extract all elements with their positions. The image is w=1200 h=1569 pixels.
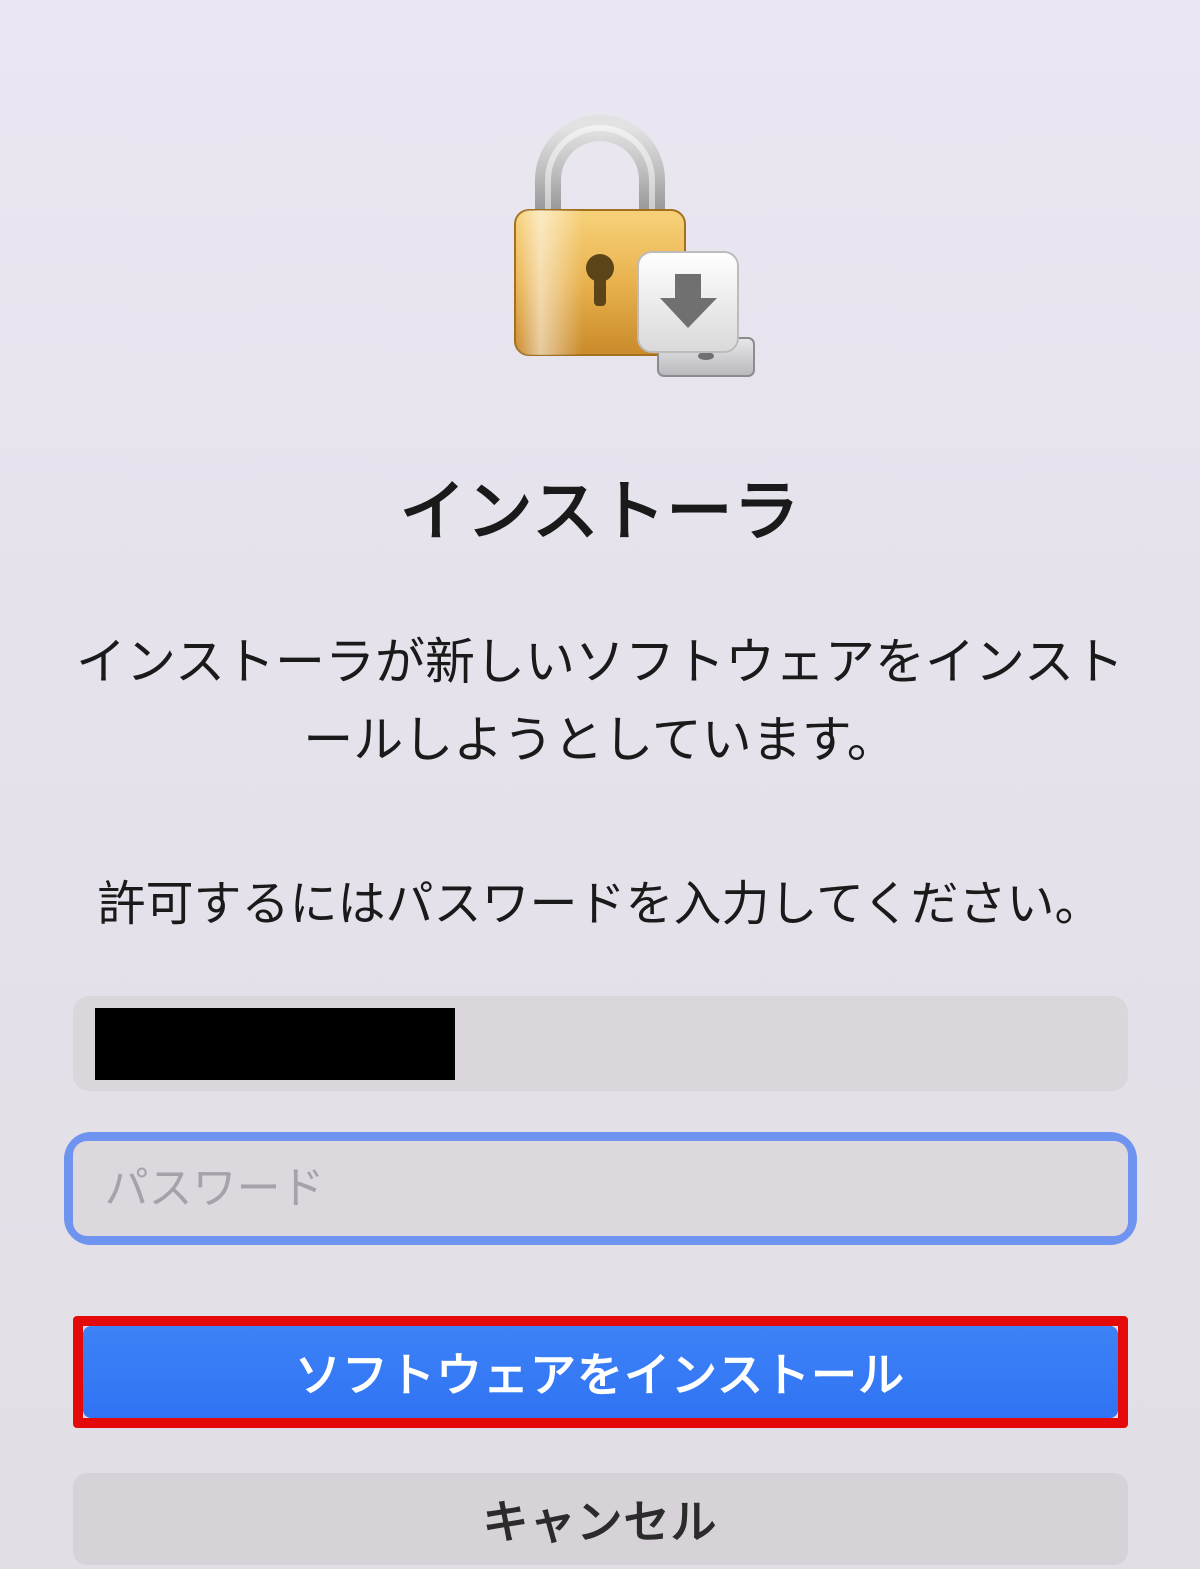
password-field-focus-ring [73,1141,1128,1236]
install-button-highlight: ソフトウェアをインストール [73,1316,1128,1428]
credential-fields [73,996,1128,1236]
dialog-title: インストーラ [400,458,801,554]
username-redaction [95,1008,455,1080]
dialog-message: インストーラが新しいソフトウェアをインストールしようとしています。 [0,624,1200,779]
dialog-buttons: ソフトウェアをインストール キャンセル [73,1316,1128,1565]
auth-dialog: インストーラ インストーラが新しいソフトウェアをインストールしようとしています。… [0,0,1200,1569]
cancel-button[interactable]: キャンセル [73,1473,1128,1565]
password-field[interactable] [73,1141,1128,1236]
dialog-icon-stack [460,90,740,370]
install-button[interactable]: ソフトウェアをインストール [83,1326,1118,1418]
dialog-instruction: 許可するにはパスワードを入力してください。 [37,869,1162,941]
username-field[interactable] [73,996,1128,1091]
installer-download-icon [620,240,770,390]
